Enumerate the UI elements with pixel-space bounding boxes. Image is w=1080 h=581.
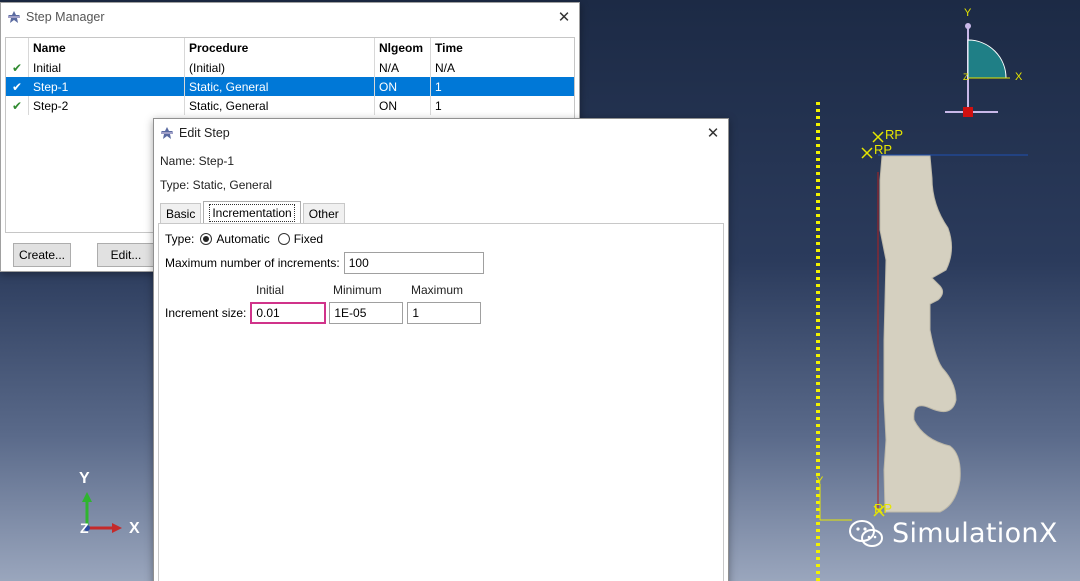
table-row[interactable]: ✔ Step-2 Static, General ON 1 xyxy=(6,96,574,115)
close-icon[interactable]: ✕ xyxy=(698,124,728,142)
quadrant-y-label: Y xyxy=(964,7,972,19)
step-type-line: Type: Static, General xyxy=(160,178,273,192)
minimum-increment-input[interactable]: 1E-05 xyxy=(329,302,404,324)
check-icon: ✔ xyxy=(11,79,23,94)
row-name: Step-2 xyxy=(28,96,184,115)
row-nlgeom: N/A xyxy=(374,58,430,77)
step-manager-titlebar[interactable]: Step Manager ✕ xyxy=(1,3,579,31)
abaqus-icon xyxy=(8,11,20,23)
max-increments-label: Maximum number of increments: xyxy=(165,256,340,270)
tab-basic[interactable]: Basic xyxy=(160,203,202,223)
row-time: 1 xyxy=(430,77,570,96)
type-label: Type: xyxy=(165,232,195,246)
rp-marker-top xyxy=(872,131,884,143)
minimum-header: Minimum xyxy=(333,283,382,297)
header-nlgeom[interactable]: Nlgeom xyxy=(374,38,430,58)
watermark-text: SimulationX xyxy=(892,518,1058,549)
header-time[interactable]: Time xyxy=(430,38,570,58)
row-procedure: (Initial) xyxy=(184,58,374,77)
row-nlgeom: ON xyxy=(374,77,430,96)
row-procedure: Static, General xyxy=(184,77,374,96)
automatic-label[interactable]: Automatic xyxy=(216,232,269,246)
maximum-increment-input[interactable]: 1 xyxy=(407,302,482,324)
type-row: Type: Automatic Fixed xyxy=(165,232,323,246)
rp-label-bottom: RP xyxy=(874,501,892,516)
rp-marker-mid xyxy=(861,147,873,159)
step-name-line: Name: Step-1 xyxy=(160,154,235,168)
edit-step-title: Edit Step xyxy=(179,126,230,140)
fixed-label[interactable]: Fixed xyxy=(294,232,323,246)
max-increments-row: Maximum number of increments: 100 xyxy=(165,252,484,274)
increment-size-row: Increment size: 0.01 1E-05 1 xyxy=(165,302,482,324)
increment-size-label: Increment size: xyxy=(165,306,247,320)
watermark: SimulationX xyxy=(848,518,1058,549)
rp-label-mid: RP xyxy=(874,142,892,157)
edit-step-dialog[interactable]: Edit Step ✕ Name: Step-1 Type: Static, G… xyxy=(153,118,729,581)
edit-button[interactable]: Edit... xyxy=(97,243,155,267)
wechat-icon xyxy=(849,519,883,547)
global-triad-z: Z xyxy=(80,520,89,536)
incrementation-panel: Type: Automatic Fixed Maximum number of … xyxy=(158,223,724,581)
local-triad xyxy=(819,484,852,521)
view-quadrant-indicator xyxy=(945,23,1010,117)
step-manager-title: Step Manager xyxy=(26,10,105,24)
tab-other-label: Other xyxy=(308,206,339,221)
initial-increment-input[interactable]: 0.01 xyxy=(250,302,327,324)
tab-incrementation-label: Incrementation xyxy=(209,203,295,222)
row-time: N/A xyxy=(430,58,570,77)
tab-incrementation[interactable]: Incrementation xyxy=(203,201,301,223)
abaqus-icon xyxy=(161,127,173,139)
header-name[interactable]: Name xyxy=(28,38,184,58)
rp-label-top: RP xyxy=(885,127,903,142)
tab-basic-label: Basic xyxy=(166,206,196,221)
edit-step-titlebar[interactable]: Edit Step ✕ xyxy=(154,119,728,147)
step-manager-buttons: Create... Edit... xyxy=(13,243,155,267)
steps-table-header: Name Procedure Nlgeom Time xyxy=(6,38,574,58)
fixed-radio[interactable] xyxy=(277,233,290,245)
table-row[interactable]: ✔ Initial (Initial) N/A N/A xyxy=(6,58,574,77)
edit-step-tabs: Basic Incrementation Other xyxy=(160,201,347,223)
row-procedure: Static, General xyxy=(184,96,374,115)
automatic-radio[interactable] xyxy=(200,233,213,245)
max-increments-input[interactable]: 100 xyxy=(343,252,484,274)
initial-header: Initial xyxy=(256,283,285,297)
quadrant-z-label: Z xyxy=(963,72,969,82)
check-icon: ✔ xyxy=(11,60,23,75)
create-button[interactable]: Create... xyxy=(13,243,71,267)
check-icon: ✔ xyxy=(11,98,23,113)
part-profile xyxy=(879,155,961,513)
table-row[interactable]: ✔ Step-1 Static, General ON 1 xyxy=(6,77,574,96)
close-icon[interactable]: ✕ xyxy=(549,8,579,26)
row-time: 1 xyxy=(430,96,570,115)
row-name: Initial xyxy=(28,58,184,77)
quadrant-x-label: X xyxy=(1015,71,1023,83)
local-triad-y: Y xyxy=(816,475,824,487)
maximum-header: Maximum xyxy=(411,283,464,297)
tab-other[interactable]: Other xyxy=(302,203,345,223)
header-procedure[interactable]: Procedure xyxy=(184,38,374,58)
row-name: Step-1 xyxy=(28,77,184,96)
row-nlgeom: ON xyxy=(374,96,430,115)
global-triad-y: Y xyxy=(79,470,90,487)
global-triad-x: X xyxy=(129,520,140,537)
